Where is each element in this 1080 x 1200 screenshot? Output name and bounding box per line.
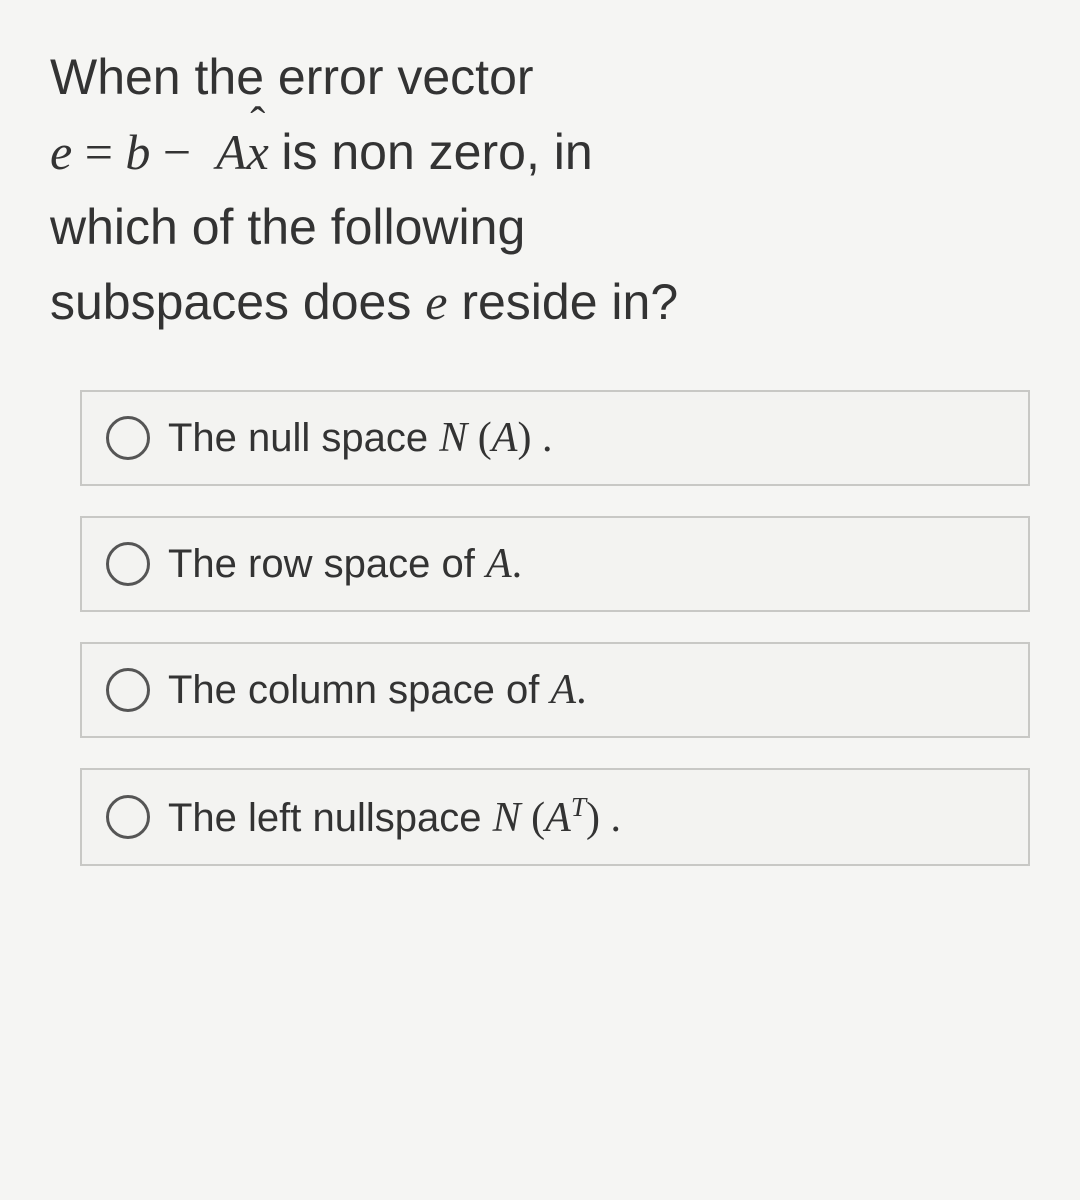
option-b-label: The row space of A. [168, 540, 522, 588]
question-line4-prefix: subspaces does [50, 274, 425, 330]
eq-xhat: ˆx [247, 115, 269, 190]
quiz-container: When the error vector e = b − Aˆx is non… [0, 0, 1080, 866]
options-list: The null space N (A) . The row space of … [50, 390, 1040, 866]
eq-A: A [216, 124, 247, 180]
option-d[interactable]: The left nullspace N (AT) . [80, 768, 1030, 866]
question-line3: which of the following [50, 199, 525, 255]
equation: e = b − Aˆx [50, 124, 281, 180]
option-d-label: The left nullspace N (AT) . [168, 792, 621, 842]
question-text: When the error vector e = b − Aˆx is non… [50, 40, 1040, 340]
option-c[interactable]: The column space of A. [80, 642, 1030, 738]
question-line2-suffix: is non zero, in [281, 124, 592, 180]
option-c-label: The column space of A. [168, 666, 587, 714]
hat-icon: ˆ [247, 90, 269, 158]
question-line1: When the error vector [50, 49, 534, 105]
eq-b: b [125, 124, 150, 180]
radio-icon [106, 542, 150, 586]
question-line4-var: e [425, 274, 447, 330]
question-line4-suffix: reside in? [447, 274, 678, 330]
eq-e: e [50, 124, 72, 180]
radio-icon [106, 795, 150, 839]
option-a-label: The null space N (A) . [168, 414, 552, 462]
eq-equals: = [72, 124, 125, 180]
radio-icon [106, 668, 150, 712]
eq-minus: − [150, 124, 203, 180]
radio-icon [106, 416, 150, 460]
option-b[interactable]: The row space of A. [80, 516, 1030, 612]
option-a[interactable]: The null space N (A) . [80, 390, 1030, 486]
